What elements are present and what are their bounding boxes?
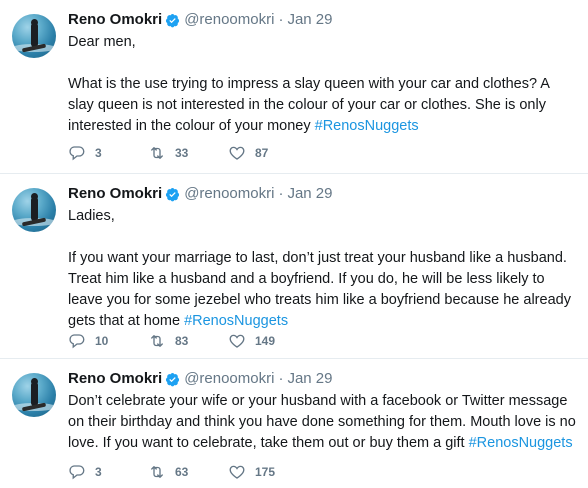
like-button[interactable]: 87 [228, 144, 308, 162]
author-handle[interactable]: @renoomokri [184, 369, 274, 389]
retweet-count: 83 [175, 334, 189, 348]
reply-button[interactable]: 3 [68, 463, 148, 481]
verified-badge-icon [166, 187, 180, 201]
reply-button[interactable]: 3 [68, 144, 148, 162]
verified-badge-icon [166, 13, 180, 27]
heart-icon [229, 334, 245, 348]
tweet[interactable]: Reno Omokri @renoomokri · Jan 29 Dear me… [0, 0, 588, 174]
like-count: 87 [255, 146, 269, 160]
hashtag-link[interactable]: #RenosNuggets [184, 313, 288, 329]
tweet-header: Reno Omokri @renoomokri · Jan 29 [68, 184, 333, 204]
separator: · [278, 11, 284, 28]
author-name[interactable]: Reno Omokri [68, 184, 162, 204]
retweet-count: 63 [175, 465, 189, 479]
separator: · [278, 185, 284, 202]
author-handle[interactable]: @renoomokri [184, 184, 274, 204]
tweet-text: Ladies, If you want your marriage to las… [68, 206, 578, 332]
retweet-count: 33 [175, 146, 189, 160]
retweet-button[interactable]: 33 [148, 144, 228, 162]
tweet-actions: 3 33 87 [68, 144, 308, 162]
timestamp[interactable]: Jan 29 [287, 369, 332, 389]
timestamp[interactable]: Jan 29 [287, 184, 332, 204]
retweet-icon [151, 466, 163, 478]
retweet-icon [151, 335, 163, 347]
retweet-button[interactable]: 83 [148, 332, 228, 350]
like-count: 149 [255, 334, 276, 348]
tweet-text: Dear men, What is the use trying to impr… [68, 32, 578, 137]
reply-count: 3 [95, 146, 102, 160]
avatar[interactable] [12, 188, 56, 232]
reply-icon [69, 334, 85, 349]
retweet-icon [151, 147, 163, 159]
like-button[interactable]: 175 [228, 463, 308, 481]
like-button[interactable]: 149 [228, 332, 308, 350]
timestamp[interactable]: Jan 29 [287, 10, 332, 30]
reply-icon [69, 146, 85, 161]
author-name[interactable]: Reno Omokri [68, 369, 162, 389]
tweet-actions: 10 83 149 [68, 332, 308, 350]
reply-button[interactable]: 10 [68, 332, 148, 350]
tweet-content: If you want your marriage to last, don’t… [68, 250, 571, 329]
heart-icon [229, 465, 245, 479]
like-count: 175 [255, 465, 276, 479]
avatar[interactable] [12, 373, 56, 417]
tweet-actions: 3 63 175 [68, 463, 308, 481]
author-name[interactable]: Reno Omokri [68, 10, 162, 30]
avatar[interactable] [12, 14, 56, 58]
reply-count: 10 [95, 334, 109, 348]
reply-icon [69, 465, 85, 480]
tweet[interactable]: Reno Omokri @renoomokri · Jan 29 Ladies,… [0, 174, 588, 359]
retweet-button[interactable]: 63 [148, 463, 228, 481]
hashtag-link[interactable]: #RenosNuggets [469, 435, 573, 451]
tweet[interactable]: Reno Omokri @renoomokri · Jan 29 Don’t c… [0, 359, 588, 488]
tweet-header: Reno Omokri @renoomokri · Jan 29 [68, 10, 333, 30]
heart-icon [229, 146, 245, 160]
tweet-text: Don’t celebrate your wife or your husban… [68, 391, 578, 454]
separator: · [278, 370, 284, 387]
tweet-greeting: Dear men, [68, 34, 136, 50]
verified-badge-icon [166, 372, 180, 386]
tweet-greeting: Ladies, [68, 208, 115, 224]
reply-count: 3 [95, 465, 102, 479]
tweet-content: What is the use trying to impress a slay… [68, 76, 550, 134]
tweet-header: Reno Omokri @renoomokri · Jan 29 [68, 369, 333, 389]
author-handle[interactable]: @renoomokri [184, 10, 274, 30]
hashtag-link[interactable]: #RenosNuggets [315, 118, 419, 134]
